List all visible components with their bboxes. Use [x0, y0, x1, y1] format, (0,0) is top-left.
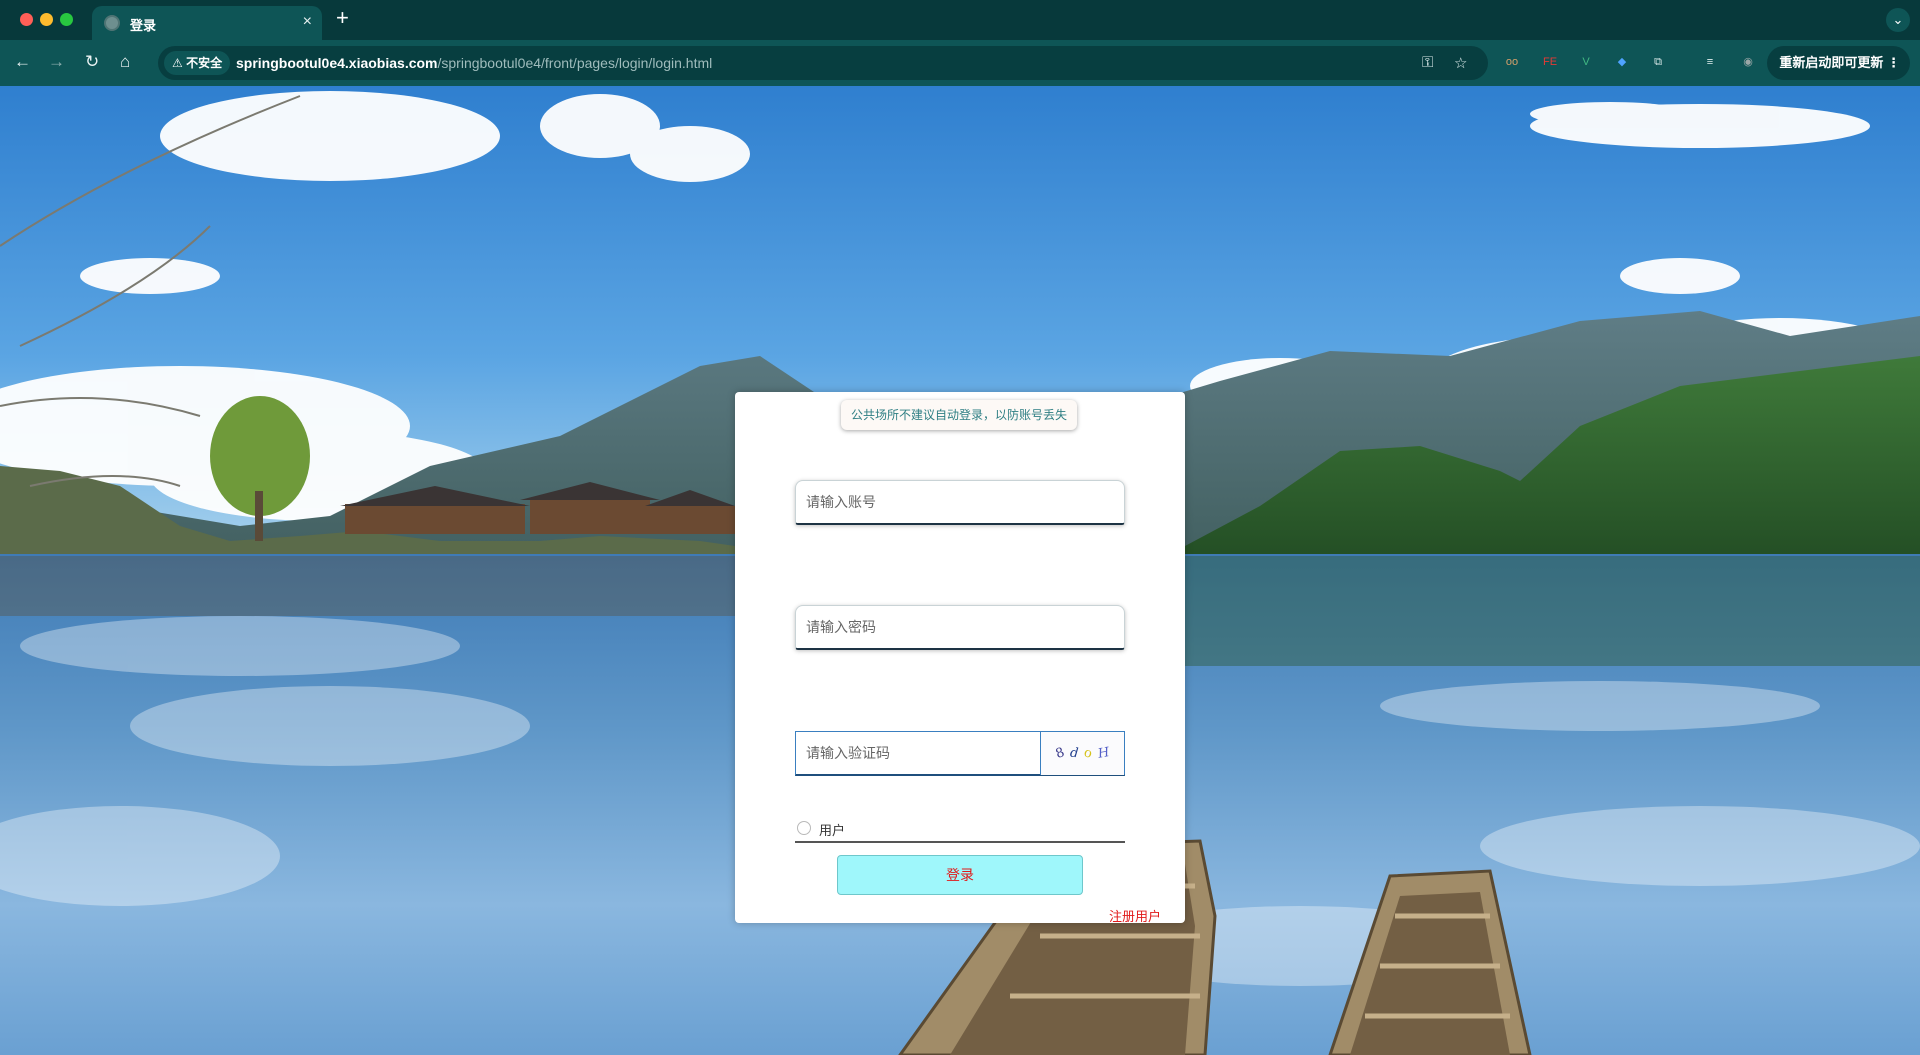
login-button[interactable]: 登录	[837, 855, 1083, 895]
tab-search-button[interactable]: ⌄	[1886, 8, 1910, 32]
captcha-field[interactable]: 8doH	[795, 731, 1125, 776]
browser-toolbar: ← → ↻ ⌂ ⚠ 不安全 springbootul0e4.xiaobias.c…	[0, 40, 1920, 86]
extension-icon-1[interactable]: oo	[1502, 52, 1522, 72]
captcha-input[interactable]	[796, 732, 1040, 774]
maximize-window-button[interactable]	[60, 13, 73, 26]
extension-icon-vue[interactable]: V	[1576, 52, 1596, 72]
captcha-char: H	[1096, 745, 1111, 762]
role-label-user[interactable]: 用户	[819, 820, 845, 839]
profile-avatar[interactable]: ◉	[1738, 52, 1758, 72]
register-link[interactable]: 注册用户	[1109, 906, 1161, 925]
extension-icon-fe[interactable]: FE	[1540, 52, 1560, 72]
tab-close-icon[interactable]: ×	[303, 13, 312, 31]
globe-icon	[104, 15, 120, 31]
captcha-image[interactable]: 8doH	[1040, 732, 1124, 775]
captcha-char: d	[1069, 745, 1079, 762]
captcha-char: 8	[1053, 745, 1067, 762]
new-tab-button[interactable]: +	[336, 7, 349, 29]
browser-tab-active[interactable]: 登录 ×	[92, 6, 322, 40]
home-icon[interactable]: ⌂	[120, 52, 130, 72]
browser-tab-bar: 登录 × + ⌄	[0, 0, 1920, 40]
password-key-icon[interactable]: ⚿	[1422, 54, 1433, 71]
url-path: /springbootul0e4/front/pages/login/login…	[437, 55, 713, 71]
address-bar[interactable]: ⚠ 不安全 springbootul0e4.xiaobias.com/sprin…	[158, 46, 1488, 80]
url-host: springbootul0e4.xiaobias.com	[236, 55, 438, 71]
forward-arrow-icon[interactable]: →	[48, 52, 65, 72]
role-selector: 用户	[795, 818, 1125, 843]
tab-title: 登录	[130, 18, 157, 33]
update-chrome-button[interactable]: 重新启动即可更新 ⋮	[1767, 46, 1910, 80]
account-field[interactable]	[795, 480, 1125, 525]
minimize-window-button[interactable]	[40, 13, 53, 26]
back-arrow-icon[interactable]: ←	[14, 52, 31, 72]
role-radio-user[interactable]	[797, 821, 811, 835]
extensions-puzzle-icon[interactable]: ⧉	[1648, 52, 1668, 72]
extension-icon-4[interactable]: ◆	[1612, 52, 1632, 72]
password-field[interactable]	[795, 605, 1125, 650]
not-secure-badge[interactable]: ⚠ 不安全	[164, 51, 231, 75]
reading-list-icon[interactable]: ≡	[1700, 52, 1720, 72]
account-input[interactable]	[796, 481, 1124, 523]
page-viewport: 公共场所不建议自动登录，以防账号丢失 8doH 用户 登录 注册用户	[0, 86, 1920, 1055]
login-form: 公共场所不建议自动登录，以防账号丢失 8doH 用户 登录 注册用户	[735, 392, 1185, 925]
password-input[interactable]	[796, 606, 1124, 648]
url-text[interactable]: springbootul0e4.xiaobias.com/springbootu…	[236, 55, 712, 71]
captcha-char: o	[1082, 745, 1094, 762]
close-window-button[interactable]	[20, 13, 33, 26]
reload-icon[interactable]: ↻	[85, 52, 99, 72]
bookmark-star-icon[interactable]: ☆	[1454, 54, 1467, 72]
security-notice: 公共场所不建议自动登录，以防账号丢失	[841, 400, 1077, 430]
